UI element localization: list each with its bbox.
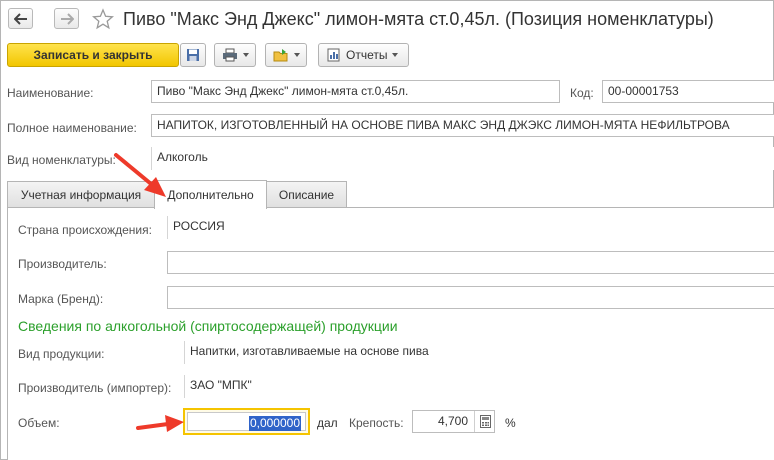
tab-accounting[interactable]: Учетная информация bbox=[7, 181, 155, 208]
forward-button[interactable] bbox=[54, 8, 79, 29]
back-button[interactable] bbox=[8, 8, 33, 29]
reports-label: Отчеты bbox=[346, 48, 388, 62]
brand-label: Марка (Бренд): bbox=[18, 292, 104, 306]
folder-create-icon bbox=[273, 49, 287, 62]
calculator-icon bbox=[479, 415, 491, 428]
strength-unit: % bbox=[505, 416, 516, 430]
window-title: Пиво "Макс Энд Джекс" лимон-мята ст.0,45… bbox=[123, 9, 714, 29]
chevron-down-icon bbox=[293, 53, 300, 57]
chevron-down-icon bbox=[392, 53, 399, 57]
strength-label: Крепость: bbox=[349, 416, 404, 430]
calculator-button[interactable] bbox=[474, 411, 495, 432]
manufacturer-label: Производитель: bbox=[18, 257, 107, 271]
tab-additional[interactable]: Дополнительно bbox=[154, 180, 267, 209]
create-based-on-button[interactable] bbox=[265, 43, 307, 67]
product-kind-value[interactable]: Напитки, изготавливаемые на основе пива bbox=[184, 341, 774, 364]
chevron-down-icon bbox=[242, 53, 249, 57]
save-and-close-button[interactable]: Записать и закрыть bbox=[7, 43, 179, 67]
volume-label: Объем: bbox=[18, 416, 60, 430]
country-value[interactable]: РОССИЯ bbox=[167, 216, 774, 239]
manufacturer-input[interactable] bbox=[167, 251, 774, 274]
code-input[interactable]: 00-00001753 bbox=[602, 80, 774, 103]
printer-icon bbox=[222, 48, 237, 62]
full-name-input[interactable]: НАПИТОК, ИЗГОТОВЛЕННЫЙ НА ОСНОВЕ ПИВА МА… bbox=[151, 114, 774, 137]
volume-input[interactable]: 0,000000 bbox=[183, 408, 310, 435]
print-button[interactable] bbox=[214, 43, 256, 67]
alcohol-section-title: Сведения по алкогольной (спиртосодержаще… bbox=[18, 318, 398, 334]
arrow-right-icon bbox=[60, 12, 74, 25]
reports-button[interactable]: Отчеты bbox=[318, 43, 409, 67]
code-label: Код: bbox=[570, 86, 594, 100]
save-button[interactable] bbox=[180, 43, 206, 67]
volume-value: 0,000000 bbox=[248, 416, 301, 431]
brand-input[interactable] bbox=[167, 286, 774, 309]
kind-value[interactable]: Алкоголь bbox=[151, 147, 774, 170]
importer-label: Производитель (импортер): bbox=[18, 381, 172, 395]
reports-icon bbox=[327, 48, 340, 62]
name-input[interactable]: Пиво "Макс Энд Джекс" лимон-мята ст.0,45… bbox=[151, 80, 560, 103]
floppy-disk-icon bbox=[187, 49, 199, 61]
arrow-left-icon bbox=[13, 12, 27, 25]
country-label: Страна происхождения: bbox=[18, 223, 152, 237]
kind-label: Вид номенклатуры: bbox=[7, 153, 116, 167]
star-icon[interactable] bbox=[92, 8, 114, 30]
tab-description[interactable]: Описание bbox=[266, 181, 347, 208]
full-name-label: Полное наименование: bbox=[7, 121, 137, 135]
importer-value[interactable]: ЗАО "МПК" bbox=[184, 375, 774, 398]
volume-unit: дал bbox=[317, 416, 338, 430]
name-label: Наименование: bbox=[7, 86, 94, 100]
product-kind-label: Вид продукции: bbox=[18, 347, 105, 361]
